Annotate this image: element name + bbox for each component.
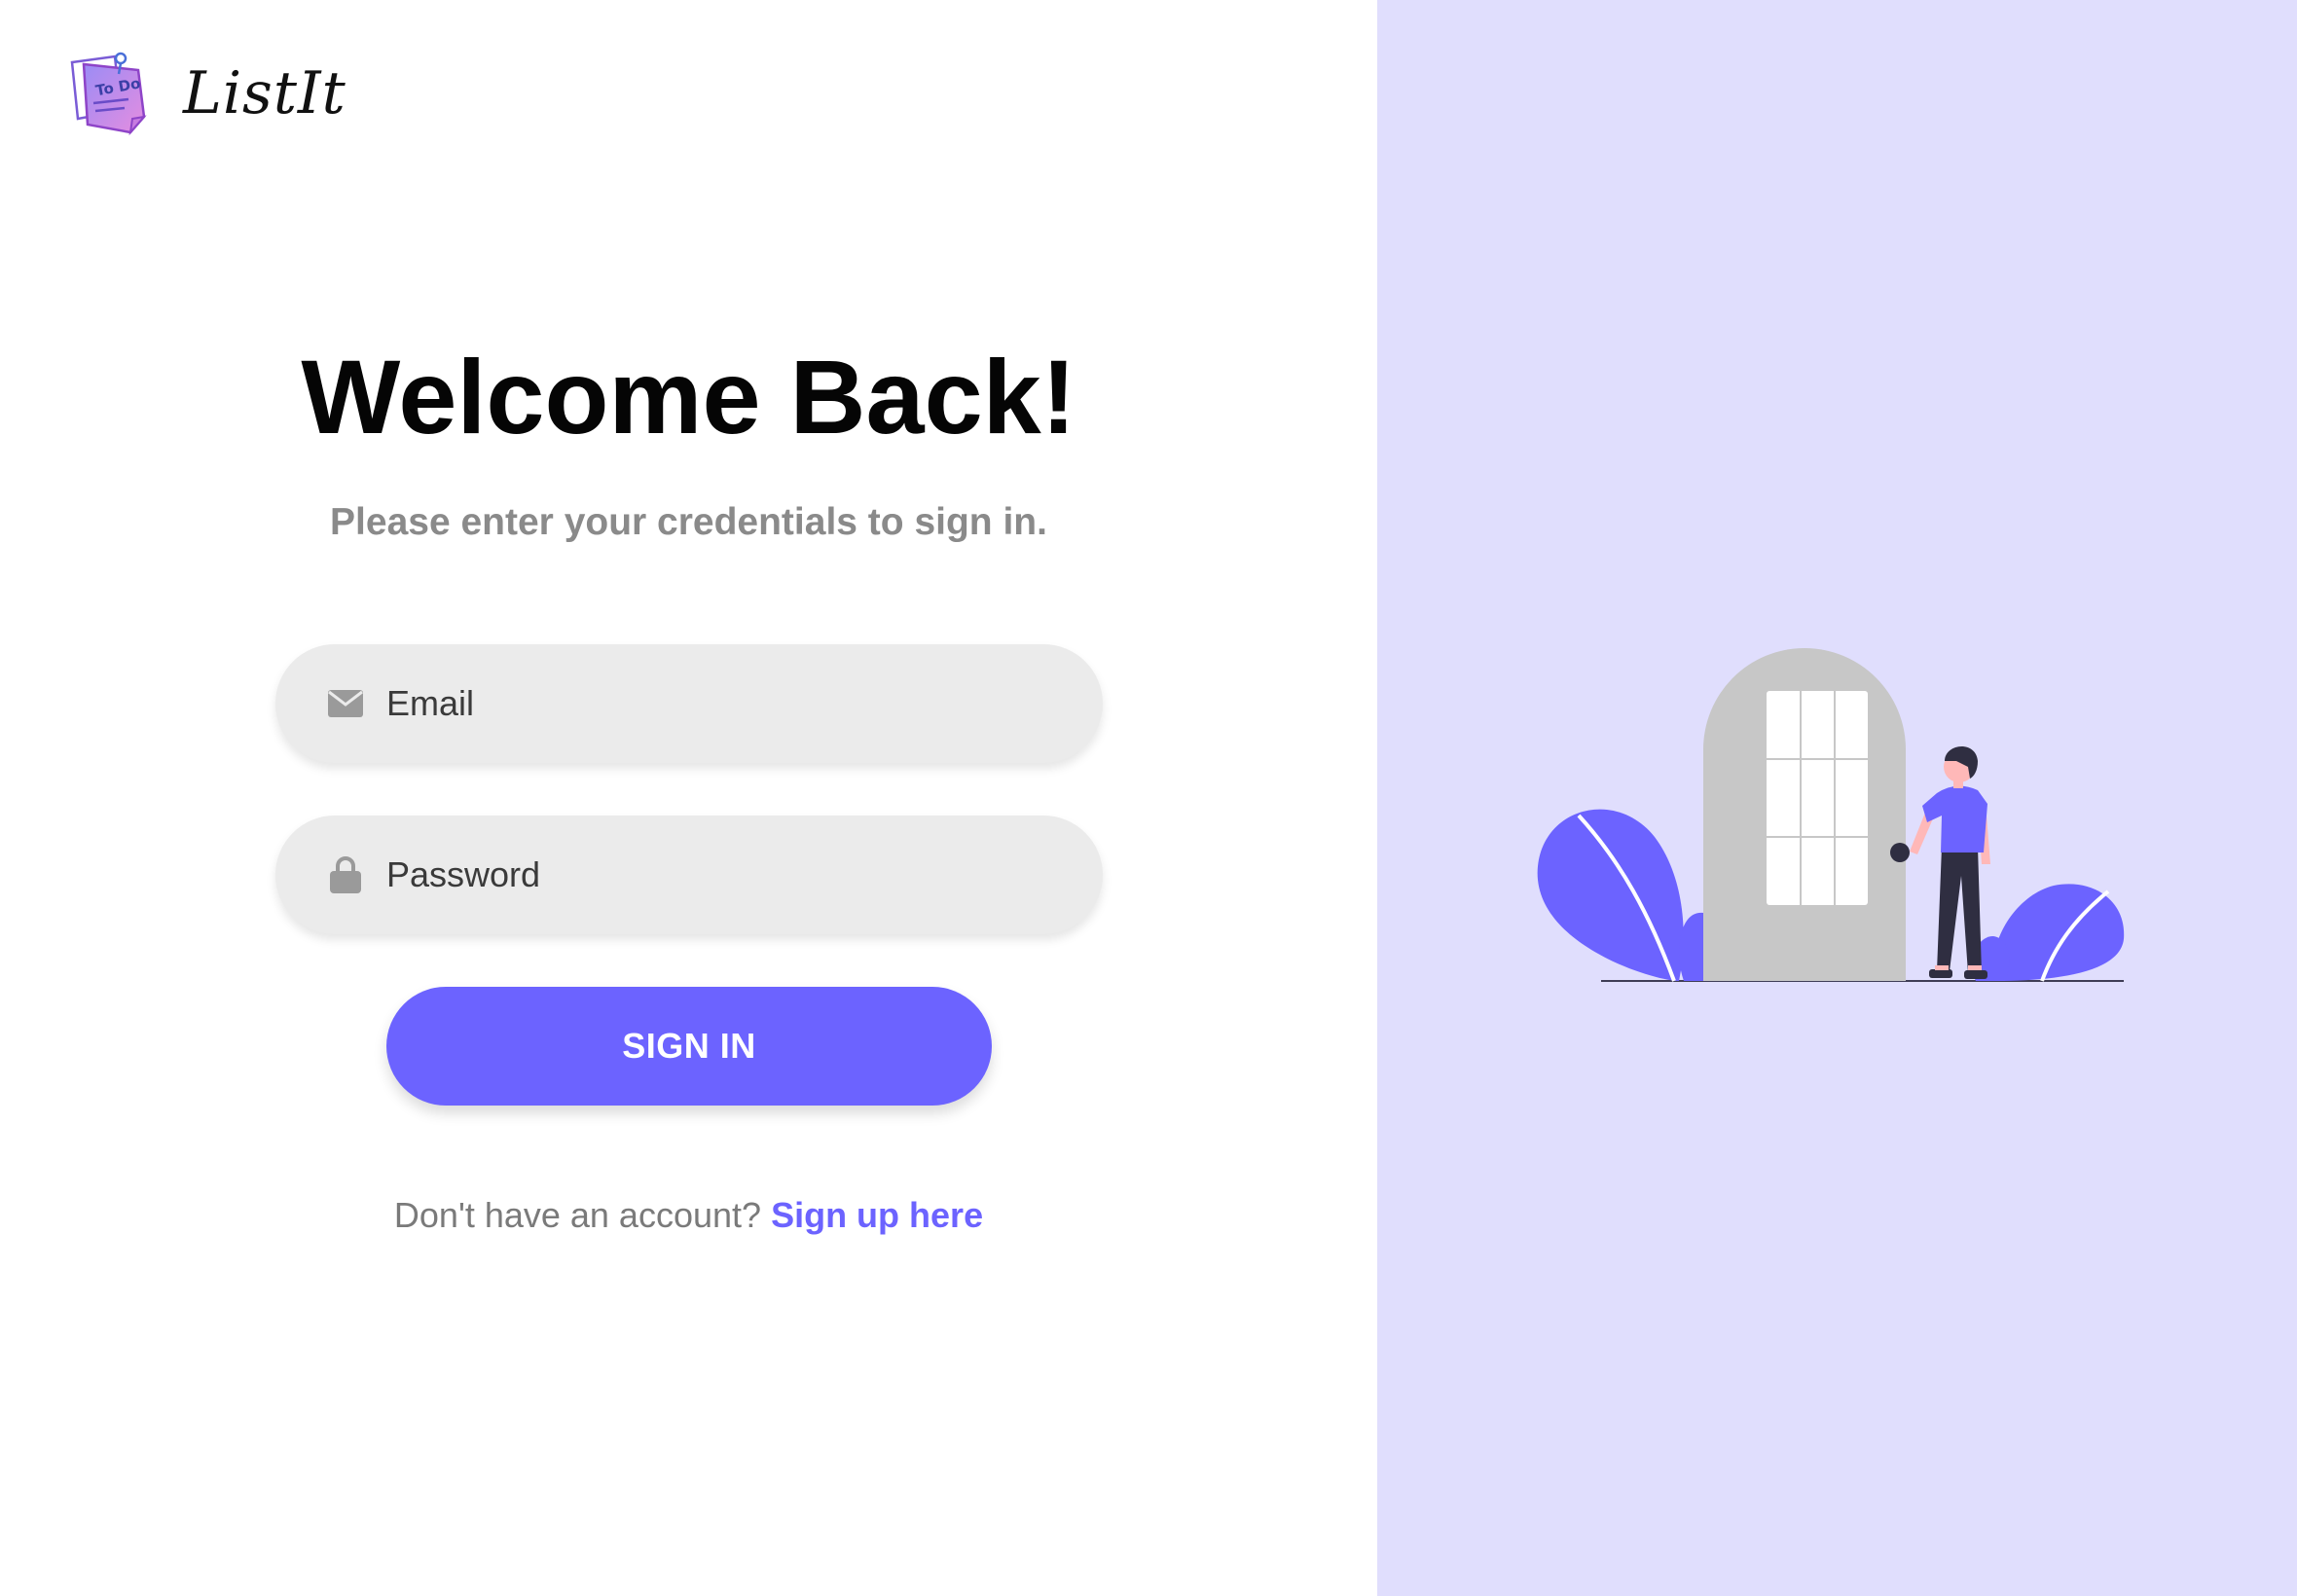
login-page: To Do ListIt Welcome Back! Please enter …	[0, 0, 2297, 1596]
todo-note-logo-icon: To Do	[70, 52, 147, 136]
door-entry-illustration	[1537, 648, 2125, 982]
password-field[interactable]	[275, 816, 1103, 934]
email-input[interactable]	[386, 674, 1048, 733]
plant-left-icon	[1537, 809, 1719, 982]
page-title: Welcome Back!	[301, 338, 1076, 455]
signup-prompt-line: Don't have an account? Sign up here	[0, 1195, 1377, 1236]
envelope-icon	[326, 684, 365, 723]
login-pane: To Do ListIt Welcome Back! Please enter …	[0, 0, 1377, 1596]
sign-in-button[interactable]: SIGN IN	[386, 987, 992, 1106]
person-figure-icon	[1910, 745, 1990, 979]
password-input[interactable]	[386, 846, 1048, 904]
brand-header[interactable]: To Do ListIt	[66, 49, 346, 138]
lock-icon	[326, 855, 365, 894]
sign-up-link[interactable]: Sign up here	[771, 1195, 983, 1235]
brand-name: ListIt	[183, 59, 346, 127]
door-window	[1767, 691, 1868, 905]
email-field[interactable]	[275, 644, 1103, 763]
plant-right-icon	[1972, 884, 2125, 982]
signup-prompt-text: Don't have an account?	[393, 1195, 762, 1235]
page-subtitle: Please enter your credentials to sign in…	[330, 501, 1047, 543]
